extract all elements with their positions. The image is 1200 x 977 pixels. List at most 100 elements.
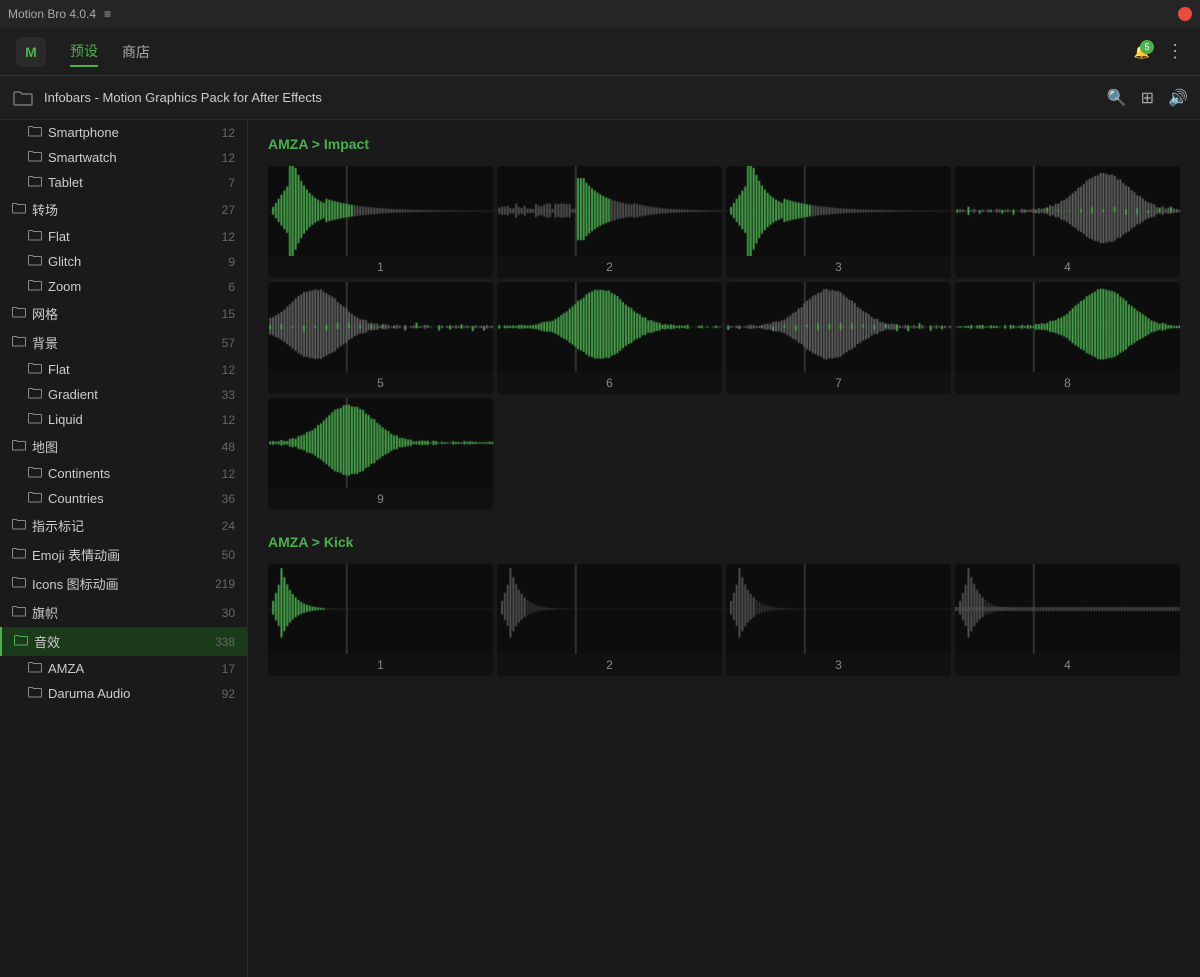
- sidebar-label: 音效: [34, 632, 209, 651]
- waveform-card[interactable]: 4: [955, 564, 1180, 676]
- folder-icon: [12, 89, 34, 107]
- waveform-card[interactable]: 2: [497, 166, 722, 278]
- sidebar-label: Smartphone: [48, 125, 216, 140]
- folder-icon: [28, 125, 42, 140]
- nav-store[interactable]: 商店: [122, 38, 150, 66]
- sidebar-item-背景[interactable]: 背景 57: [0, 328, 247, 357]
- sidebar-item-smartwatch[interactable]: Smartwatch 12: [0, 145, 247, 170]
- waveform-label: 4: [955, 256, 1180, 278]
- folder-icon: [28, 150, 42, 165]
- sidebar-label: Flat: [48, 362, 216, 377]
- sidebar-item-flat[interactable]: Flat 12: [0, 224, 247, 249]
- sidebar-label: 旗帜: [32, 603, 216, 622]
- sidebar-count: 27: [222, 203, 235, 217]
- waveform-card[interactable]: 8: [955, 282, 1180, 394]
- content-area: AMZA > Impact 123456789 AMZA > Kick 1234: [248, 120, 1200, 977]
- notification-badge: 5: [1140, 40, 1154, 54]
- menu-icon[interactable]: ≡: [104, 7, 111, 21]
- waveform-canvas: [497, 166, 722, 256]
- sidebar-item-旗帜[interactable]: 旗帜 30: [0, 598, 247, 627]
- sidebar-item-smartphone[interactable]: Smartphone 12: [0, 120, 247, 145]
- folder-icon: [14, 634, 28, 649]
- sidebar-item-glitch[interactable]: Glitch 9: [0, 249, 247, 274]
- waveform-label: 1: [268, 654, 493, 676]
- sidebar-label: Emoji 表情动画: [32, 545, 216, 564]
- sidebar-label: AMZA: [48, 661, 216, 676]
- notification-bell[interactable]: 🔔 5: [1134, 44, 1150, 60]
- sidebar-item-amza[interactable]: AMZA 17: [0, 656, 247, 681]
- waveform-label: 2: [497, 654, 722, 676]
- close-button[interactable]: [1178, 7, 1192, 21]
- sidebar-count: 7: [228, 176, 235, 190]
- sidebar-count: 338: [215, 635, 235, 649]
- sidebar-item-liquid[interactable]: Liquid 12: [0, 407, 247, 432]
- sidebar-count: 6: [228, 280, 235, 294]
- waveform-card[interactable]: 9: [268, 398, 493, 510]
- sidebar-item-icons-图标动画[interactable]: Icons 图标动画 219: [0, 569, 247, 598]
- sidebar-label: Gradient: [48, 387, 216, 402]
- kick-breadcrumb-prefix: AMZA >: [268, 534, 324, 550]
- sidebar-label: 地图: [32, 437, 216, 456]
- sidebar-count: 12: [222, 230, 235, 244]
- waveform-label: 2: [497, 256, 722, 278]
- more-menu-icon[interactable]: ⋮: [1166, 41, 1184, 62]
- search-icon[interactable]: 🔍: [1107, 88, 1127, 108]
- titlebar: Motion Bro 4.0.4 ≡: [0, 0, 1200, 28]
- folder-icon: [28, 661, 42, 676]
- waveform-label: 8: [955, 372, 1180, 394]
- waveform-card[interactable]: 3: [726, 166, 951, 278]
- waveform-card[interactable]: 5: [268, 282, 493, 394]
- sidebar-count: 30: [222, 606, 235, 620]
- sidebar-item-zoom[interactable]: Zoom 6: [0, 274, 247, 299]
- sidebar-count: 50: [222, 548, 235, 562]
- sidebar-count: 57: [222, 336, 235, 350]
- sidebar-item-flat[interactable]: Flat 12: [0, 357, 247, 382]
- sound-icon[interactable]: 🔊: [1168, 88, 1188, 108]
- sidebar-item-音效[interactable]: 音效 338: [0, 627, 247, 656]
- waveform-card[interactable]: 7: [726, 282, 951, 394]
- folder-icon: [28, 175, 42, 190]
- sidebar-count: 12: [222, 467, 235, 481]
- waveform-card[interactable]: 2: [497, 564, 722, 676]
- sidebar-item-countries[interactable]: Countries 36: [0, 486, 247, 511]
- nav-presets[interactable]: 预设: [70, 37, 98, 67]
- sidebar-count: 219: [215, 577, 235, 591]
- grid-view-icon[interactable]: ⊞: [1141, 88, 1154, 108]
- sidebar-label: 指示标记: [32, 516, 216, 535]
- sidebar-item-daruma-audio[interactable]: Daruma Audio 92: [0, 681, 247, 706]
- sidebar-label: Tablet: [48, 175, 222, 190]
- waveform-canvas: [955, 166, 1180, 256]
- sidebar-count: 17: [222, 662, 235, 676]
- sidebar-item-地图[interactable]: 地图 48: [0, 432, 247, 461]
- sidebar-item-continents[interactable]: Continents 12: [0, 461, 247, 486]
- sidebar-item-指示标记[interactable]: 指示标记 24: [0, 511, 247, 540]
- sidebar-count: 33: [222, 388, 235, 402]
- sidebar-item-网格[interactable]: 网格 15: [0, 299, 247, 328]
- waveform-label: 3: [726, 256, 951, 278]
- folder-icon: [12, 439, 26, 454]
- kick-title: Kick: [324, 534, 354, 550]
- folder-icon: [28, 387, 42, 402]
- folder-icon: [12, 306, 26, 321]
- sidebar-count: 12: [222, 151, 235, 165]
- main-layout: Smartphone 12 Smartwatch 12 Tablet 7 转场 …: [0, 120, 1200, 977]
- waveform-card[interactable]: 6: [497, 282, 722, 394]
- waveform-canvas: [726, 282, 951, 372]
- waveform-card[interactable]: 1: [268, 564, 493, 676]
- waveform-card[interactable]: 1: [268, 166, 493, 278]
- sidebar-item-emoji-表情动画[interactable]: Emoji 表情动画 50: [0, 540, 247, 569]
- topnav: M 预设 商店 🔔 5 ⋮: [0, 28, 1200, 76]
- waveform-label: 6: [497, 372, 722, 394]
- sidebar-item-gradient[interactable]: Gradient 33: [0, 382, 247, 407]
- content-title: Infobars - Motion Graphics Pack for Afte…: [44, 90, 1097, 105]
- sidebar-label: 网格: [32, 304, 216, 323]
- sidebar-item-tablet[interactable]: Tablet 7: [0, 170, 247, 195]
- waveform-label: 3: [726, 654, 951, 676]
- waveform-card[interactable]: 4: [955, 166, 1180, 278]
- waveform-label: 1: [268, 256, 493, 278]
- sidebar-count: 24: [222, 519, 235, 533]
- sidebar-item-转场[interactable]: 转场 27: [0, 195, 247, 224]
- waveform-card[interactable]: 3: [726, 564, 951, 676]
- sidebar-count: 48: [222, 440, 235, 454]
- folder-icon: [28, 362, 42, 377]
